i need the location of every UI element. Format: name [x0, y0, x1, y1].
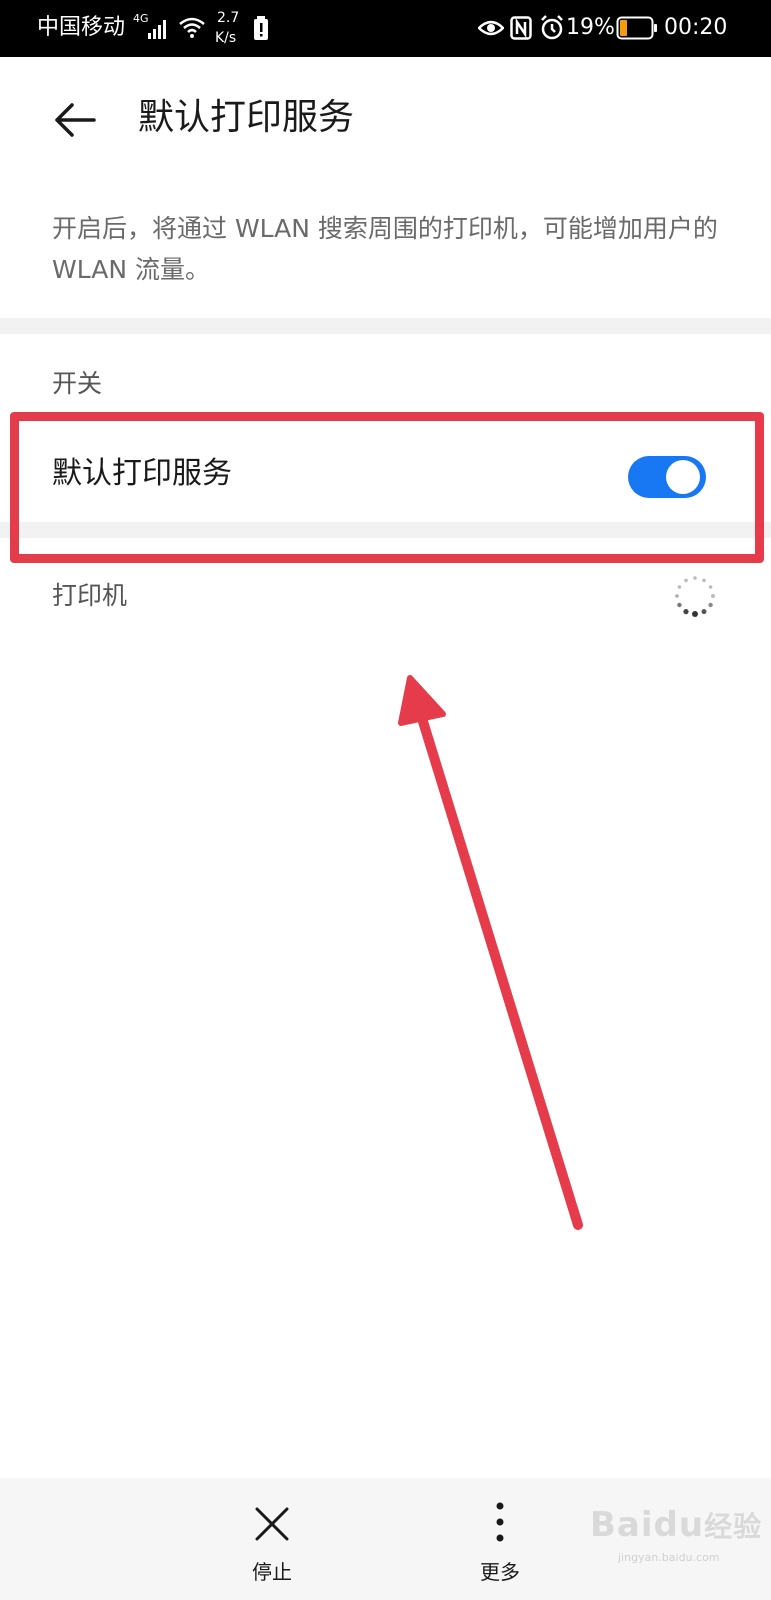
more-label: 更多 — [480, 1560, 520, 1584]
baidu-watermark: Baidu经验 jingyan.baidu.com — [590, 1505, 763, 1564]
annotation-arrow-icon — [398, 675, 583, 1230]
more-vertical-icon — [496, 1502, 504, 1542]
more-button[interactable]: 更多 — [450, 1500, 550, 1590]
watermark-brand-cn: 经验 — [704, 1510, 763, 1543]
watermark-brand: Baidu — [590, 1505, 705, 1545]
stop-button[interactable]: 停止 — [222, 1500, 322, 1590]
stop-label: 停止 — [252, 1560, 292, 1584]
watermark-url: jingyan.baidu.com — [618, 1551, 720, 1564]
close-icon — [255, 1507, 289, 1541]
